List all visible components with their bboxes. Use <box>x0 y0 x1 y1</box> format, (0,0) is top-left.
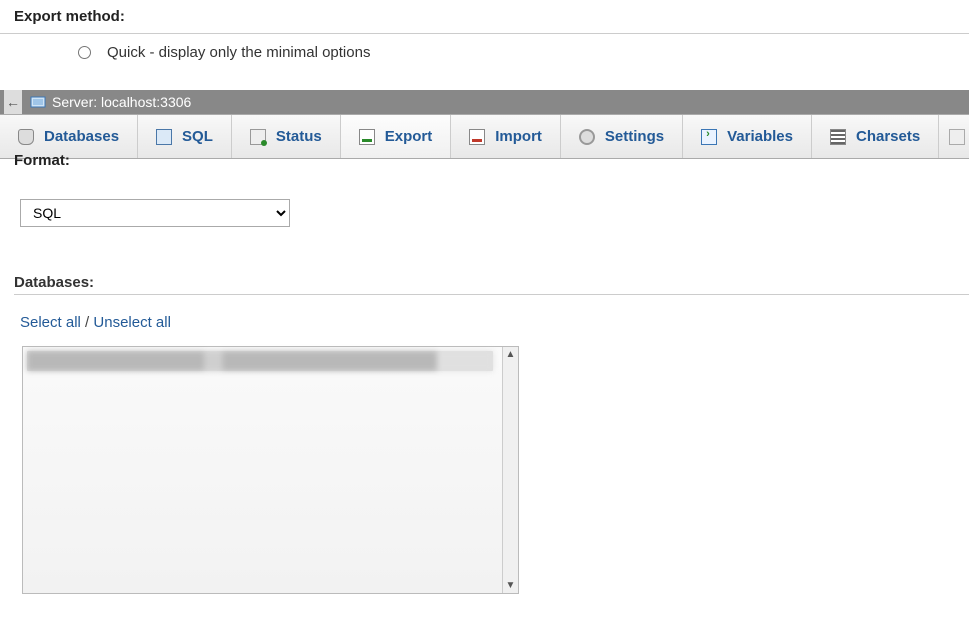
settings-icon <box>579 129 595 145</box>
tab-variables-label: Variables <box>727 128 793 145</box>
export-method-quick-radio[interactable] <box>78 46 91 59</box>
scrollbar[interactable]: ▲ ▼ <box>502 347 518 593</box>
select-all-line: Select all / Unselect all <box>20 314 171 331</box>
scroll-down-icon[interactable]: ▼ <box>506 580 516 591</box>
tab-export-label: Export <box>385 128 433 145</box>
tab-sql[interactable]: SQL <box>138 115 232 158</box>
export-method-quick-label: Quick - display only the minimal options <box>107 44 370 61</box>
divider <box>14 294 969 295</box>
server-icon <box>30 94 46 110</box>
server-bar: ← Server: localhost:3306 <box>0 90 969 114</box>
format-heading: Format: <box>14 152 70 169</box>
unselect-all-link[interactable]: Unselect all <box>93 314 171 331</box>
tab-status[interactable]: Status <box>232 115 341 158</box>
arrow-left-icon: ← <box>6 94 20 110</box>
separator: / <box>85 314 89 331</box>
select-all-link[interactable]: Select all <box>20 314 81 331</box>
more-icon <box>949 129 965 145</box>
obscured-text <box>27 351 493 371</box>
tab-status-label: Status <box>276 128 322 145</box>
charsets-icon <box>830 129 846 145</box>
export-method-quick-row[interactable]: Quick - display only the minimal options <box>0 34 969 71</box>
tab-export[interactable]: Export <box>341 115 452 158</box>
tab-databases-label: Databases <box>44 128 119 145</box>
tab-variables[interactable]: Variables <box>683 115 812 158</box>
format-select[interactable]: SQL <box>20 199 290 227</box>
variables-icon <box>701 129 717 145</box>
tab-charsets-label: Charsets <box>856 128 920 145</box>
tab-settings-label: Settings <box>605 128 664 145</box>
back-button[interactable]: ← <box>4 90 22 114</box>
export-icon <box>359 129 375 145</box>
server-label: Server: localhost:3306 <box>52 94 191 110</box>
tab-settings[interactable]: Settings <box>561 115 683 158</box>
import-icon <box>469 129 485 145</box>
tab-charsets[interactable]: Charsets <box>812 115 939 158</box>
export-method-heading: Export method: <box>0 0 969 34</box>
tab-import-label: Import <box>495 128 542 145</box>
tab-bar: Databases SQL Status Export Import Setti… <box>0 114 969 159</box>
sql-icon <box>156 129 172 145</box>
status-icon <box>250 129 266 145</box>
database-icon <box>18 129 34 145</box>
tab-import[interactable]: Import <box>451 115 561 158</box>
database-list-item[interactable] <box>27 351 493 371</box>
tab-sql-label: SQL <box>182 128 213 145</box>
databases-listbox[interactable]: ▲ ▼ <box>22 346 519 594</box>
tab-trailing[interactable] <box>939 115 969 158</box>
databases-heading: Databases: <box>14 274 94 291</box>
scroll-up-icon[interactable]: ▲ <box>506 349 516 360</box>
